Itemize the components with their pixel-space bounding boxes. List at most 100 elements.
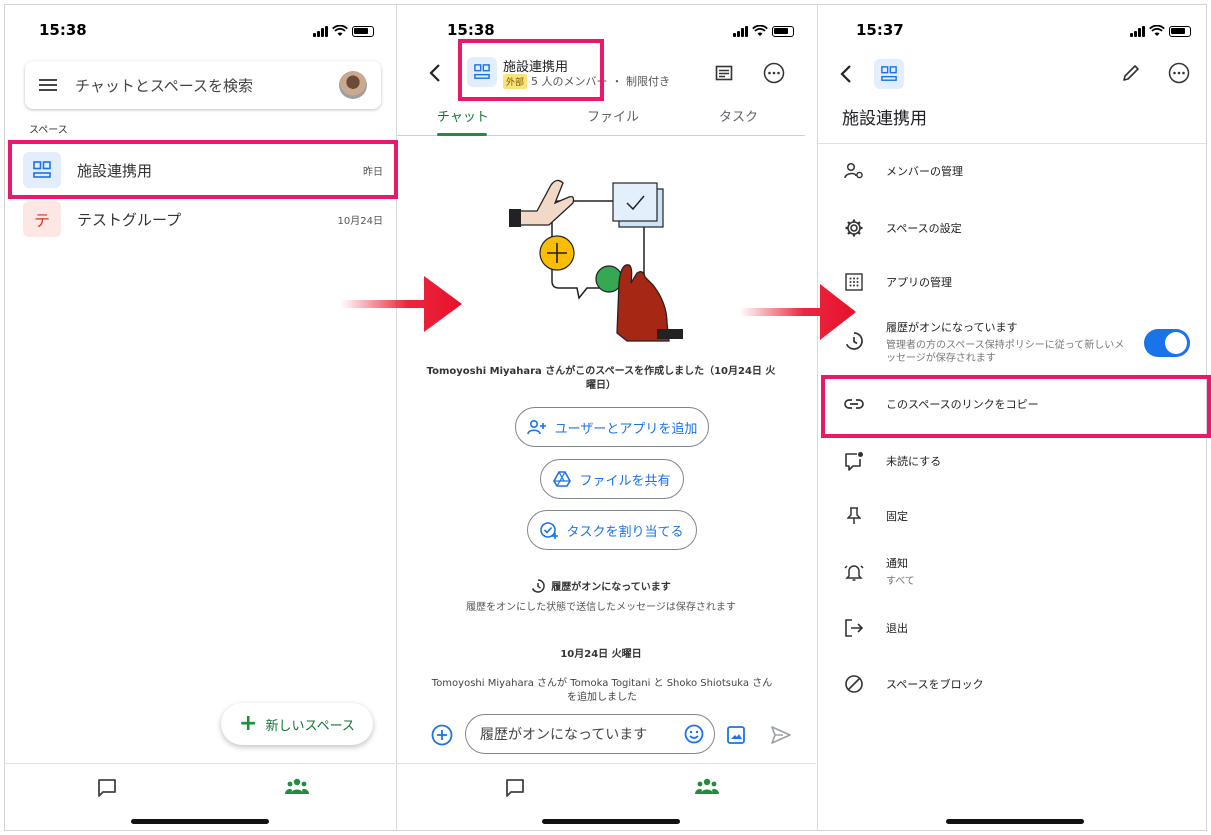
menu-pin[interactable]: 固定 <box>842 507 1192 525</box>
history-description: 管理者の方のスペース保持ポリシーに従って新しいメッセージが保存されます <box>886 340 1125 364</box>
welcome-illustration <box>509 179 683 342</box>
divider <box>818 143 1206 144</box>
edit-icon[interactable] <box>1122 64 1140 82</box>
spaces-tab-icon[interactable] <box>695 778 719 796</box>
space-subtitle[interactable]: 外部 5 人のメンバー ・ 制限付き <box>503 73 670 89</box>
emoji-icon[interactable] <box>684 724 704 744</box>
link-icon <box>844 399 864 409</box>
exit-icon <box>845 619 864 637</box>
history-icon <box>532 578 546 593</box>
menu-label: このスペースのリンクをコピー <box>886 398 1039 411</box>
chat-tab-icon[interactable] <box>97 778 117 798</box>
menu-manage-members[interactable]: メンバーの管理 <box>842 162 1192 180</box>
add-users-label: ユーザーとアプリを追加 <box>554 421 698 437</box>
space-grid-icon <box>23 152 61 188</box>
home-indicator <box>131 819 269 824</box>
status-time: 15:38 <box>39 21 87 39</box>
bell-icon <box>844 564 864 581</box>
message-placeholder: 履歴がオンになっています <box>480 727 648 743</box>
space-item-facility[interactable]: 施設連携用 昨日 <box>23 149 383 191</box>
home-indicator <box>946 819 1084 824</box>
member-count: 5 人のメンバー <box>531 75 608 88</box>
history-label: 履歴がオンになっています <box>886 321 1018 334</box>
space-initial-icon: テ <box>23 201 61 237</box>
menu-label: アプリの管理 <box>886 276 952 289</box>
tab-tasks[interactable]: タスク <box>719 106 758 125</box>
more-options-icon[interactable] <box>763 62 785 84</box>
assign-task-button[interactable]: タスクを割り当てる <box>527 510 697 550</box>
history-status-title: 履歴がオンになっています <box>551 582 671 593</box>
pin-icon <box>847 507 861 524</box>
back-icon[interactable] <box>840 64 852 84</box>
menu-block-space[interactable]: スペースをブロック <box>842 674 1192 694</box>
menu-label: メンバーの管理 <box>886 165 963 178</box>
status-time: 15:37 <box>856 21 904 39</box>
space-date: 10月24日 <box>337 215 383 227</box>
wifi-icon <box>1149 25 1165 36</box>
image-icon[interactable] <box>727 726 745 744</box>
search-input[interactable]: チャットとスペースを検索 <box>75 75 339 96</box>
signal-icon <box>733 26 748 37</box>
wifi-icon <box>752 25 768 36</box>
wifi-icon <box>332 25 348 36</box>
home-indicator <box>542 819 680 824</box>
status-time: 15:38 <box>447 21 495 39</box>
date-separator: 10月24日 火曜日 <box>560 649 642 660</box>
space-chat-screen: 15:38 施設連携用 外部 5 人のメンバー ・ 制限付き チャット ファイル… <box>396 5 816 830</box>
tab-files[interactable]: ファイル <box>587 106 639 125</box>
threads-icon[interactable] <box>715 65 733 83</box>
menu-leave[interactable]: 退出 <box>842 619 1192 637</box>
menu-space-settings[interactable]: スペースの設定 <box>842 218 1192 238</box>
history-status-desc: 履歴をオンにした状態で送信したメッセージは保存されます <box>466 602 736 613</box>
chat-tab-icon[interactable] <box>505 778 525 798</box>
gear-icon <box>845 219 863 237</box>
battery-icon <box>1169 26 1191 37</box>
members-added-message: Tomoyoshi Miyahara さんが Tomoka Togitani と… <box>431 678 773 703</box>
space-title: 施設連携用 <box>842 109 927 129</box>
status-icons <box>313 25 374 37</box>
block-icon <box>845 675 863 693</box>
share-file-button[interactable]: ファイルを共有 <box>540 459 684 499</box>
add-attachment-icon[interactable] <box>431 724 453 746</box>
send-icon[interactable] <box>771 726 791 744</box>
tab-bar: チャット ファイル タスク <box>397 106 805 136</box>
history-status: 履歴がオンになっています <box>397 578 805 593</box>
space-grid-icon <box>874 59 904 89</box>
menu-label: 退出 <box>886 622 908 635</box>
assign-task-label: タスクを割り当てる <box>566 524 684 540</box>
menu-history: 履歴がオンになっています 管理者の方のスペース保持ポリシーに従って新しいメッセー… <box>842 319 1192 365</box>
spaces-tab-icon[interactable] <box>285 778 309 796</box>
search-bar[interactable]: チャットとスペースを検索 <box>25 61 381 109</box>
back-icon[interactable] <box>429 63 441 83</box>
avatar[interactable] <box>339 71 367 99</box>
message-input[interactable]: 履歴がオンになっています <box>465 714 715 754</box>
more-options-icon[interactable] <box>1168 62 1190 84</box>
add-users-apps-button[interactable]: ユーザーとアプリを追加 <box>515 407 709 447</box>
space-item-test-group[interactable]: テ テストグループ 10月24日 <box>23 198 383 240</box>
space-date: 昨日 <box>363 166 383 178</box>
section-label: スペース <box>29 125 68 136</box>
signal-icon <box>313 26 328 37</box>
add-person-icon <box>526 419 546 435</box>
space-name: テストグループ <box>77 210 182 229</box>
new-space-label: 新しいスペース <box>265 718 355 734</box>
plus-icon: + <box>239 711 258 736</box>
space-list-screen: 15:38 チャットとスペースを検索 スペース 施設連携用 昨日 テ テストグル… <box>5 5 395 830</box>
new-space-button[interactable]: + 新しいスペース <box>221 703 373 745</box>
menu-label: 固定 <box>886 510 908 523</box>
menu-label: スペースの設定 <box>886 222 962 235</box>
status-icons <box>1130 25 1191 37</box>
menu-notifications[interactable]: 通知 すべて <box>842 555 1192 588</box>
menu-mark-unread[interactable]: 未読にする <box>842 451 1192 471</box>
space-name: 施設連携用 <box>77 161 153 180</box>
active-tab-indicator <box>437 133 487 136</box>
menu-manage-apps[interactable]: アプリの管理 <box>842 273 1192 291</box>
menu-copy-link[interactable]: このスペースのリンクをコピー <box>842 396 1192 412</box>
restricted-label: ・ 制限付き <box>611 75 671 88</box>
status-icons <box>733 25 794 37</box>
tab-chat[interactable]: チャット <box>437 106 489 125</box>
menu-icon[interactable] <box>39 78 57 92</box>
manage-members-icon <box>844 162 863 179</box>
external-badge: 外部 <box>503 73 528 89</box>
history-toggle[interactable] <box>1144 329 1190 357</box>
